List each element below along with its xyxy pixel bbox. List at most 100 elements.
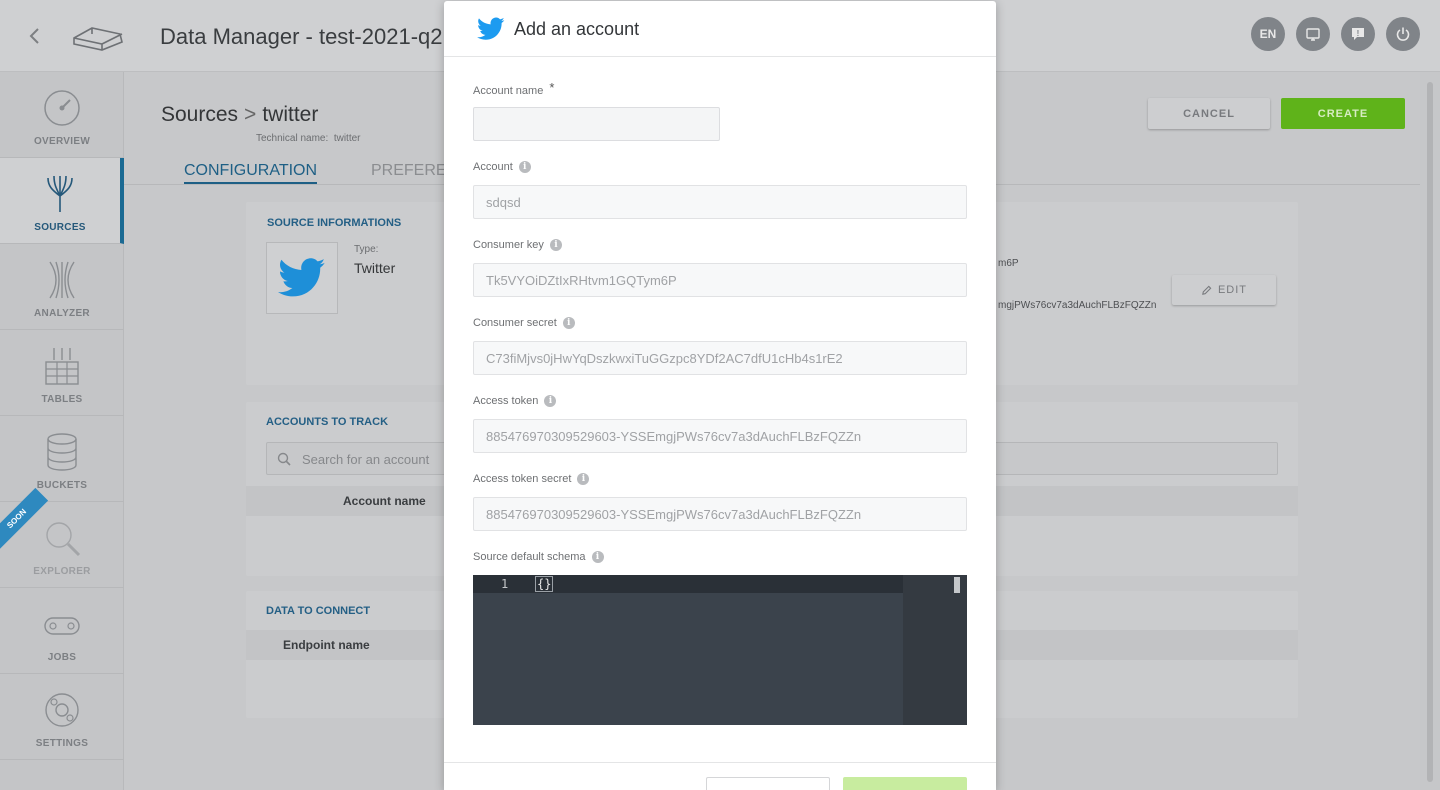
edit-button[interactable]: EDIT (1172, 275, 1276, 305)
line-number: 1 (501, 577, 509, 591)
technical-name-value: twitter (333, 133, 361, 144)
jobs-icon (44, 617, 80, 635)
technical-name-label: Technical name: (256, 133, 329, 144)
account-label: Account i (473, 161, 531, 173)
monitor-icon[interactable] (1296, 17, 1330, 51)
explorer-icon (46, 522, 81, 557)
analyzer-icon (49, 261, 75, 299)
sidebar-item-tables[interactable]: TABLES (0, 330, 124, 416)
sidebar-item-label: ANALYZER (34, 308, 90, 319)
technical-name: Technical name: twitter (256, 133, 361, 144)
sidebar-item-buckets[interactable]: BUCKETS (0, 416, 124, 502)
required-asterisk: * (549, 80, 555, 95)
sidebar-item-label: BUCKETS (36, 480, 88, 491)
sidebar-item-sources[interactable]: SOURCES (0, 158, 124, 244)
account-input: sdqsd (473, 185, 967, 219)
sidebar-item-analyzer[interactable]: ANALYZER (0, 244, 124, 330)
consumer-key-label: Consumer key i (473, 239, 562, 251)
access-token-secret-label: Access token secret i (473, 473, 590, 485)
consumer-key-label-text: Consumer key (473, 239, 544, 251)
sidebar: OVERVIEW SOURCES ANALYZER TABLES BUCKETS… (0, 72, 124, 790)
column-account-name[interactable]: Account name (343, 494, 426, 508)
info-icon[interactable]: i (549, 239, 562, 251)
editor-code-text: {} (535, 576, 554, 592)
tables-icon (45, 348, 79, 385)
edit-button-label: EDIT (1217, 284, 1248, 296)
info-icon[interactable]: i (577, 473, 590, 485)
app-logo-icon[interactable] (70, 20, 126, 54)
breadcrumb-root[interactable]: Sources (161, 103, 238, 126)
twitter-icon (477, 17, 505, 40)
sidebar-item-settings[interactable]: SETTINGS (0, 674, 124, 760)
settings-icon (45, 693, 79, 727)
editor-scroll-thumb[interactable] (954, 577, 960, 593)
sidebar-item-label: SOURCES (34, 222, 86, 233)
account-label-text: Account (473, 161, 513, 173)
consumer-secret-label-text: Consumer secret (473, 317, 557, 329)
language-button[interactable]: EN (1251, 17, 1285, 51)
consumer-secret-label: Consumer secret i (473, 317, 575, 329)
account-name-label: Account name * (473, 80, 555, 98)
source-default-schema-label: Source default schema i (473, 551, 604, 563)
data-connect-title: DATA TO CONNECT (266, 605, 371, 617)
back-arrow-icon[interactable] (24, 24, 46, 48)
power-icon[interactable] (1386, 17, 1420, 51)
access-token-label-text: Access token (473, 395, 539, 407)
svg-text:!: ! (1357, 29, 1360, 38)
breadcrumb-separator: > (244, 103, 257, 126)
add-account-modal: Add an account Account name * Account i sd… (444, 1, 996, 790)
pencil-icon (1202, 285, 1212, 295)
modal-header: Add an account (444, 1, 996, 57)
account-name-label-text: Account name (473, 84, 544, 97)
sources-icon (47, 175, 73, 212)
editor-minimap[interactable] (903, 575, 967, 725)
accounts-title: ACCOUNTS TO TRACK (266, 416, 389, 428)
source-info-title: SOURCE INFORMATIONS (267, 217, 402, 229)
info-icon[interactable]: i (544, 395, 557, 407)
app-title: Data Manager - test-2021-q2 (160, 24, 443, 49)
search-placeholder: Search for an account (302, 452, 430, 467)
info-icon[interactable]: i (562, 317, 575, 329)
speedometer-icon (44, 90, 80, 126)
access-token-label: Access token i (473, 395, 557, 407)
sidebar-item-label: EXPLORER (33, 566, 91, 577)
help-chat-icon[interactable]: ! (1341, 17, 1375, 51)
scrollbar-thumb[interactable] (1427, 82, 1433, 782)
modal-title: Add an account (514, 19, 640, 39)
schema-label-text: Source default schema (473, 551, 586, 563)
info-icon[interactable]: i (518, 161, 531, 173)
access-token-secret-label-text: Access token secret (473, 473, 572, 485)
buckets-icon (47, 433, 77, 471)
type-label: Type: (354, 244, 379, 255)
account-name-input[interactable] (473, 107, 720, 141)
modal-cancel-button[interactable] (706, 777, 830, 790)
cancel-button[interactable]: CANCEL (1148, 98, 1270, 129)
access-token-input: 885476970309529603-YSSEmgjPWs76cv7a3dAuc… (473, 419, 967, 453)
create-button[interactable]: CREATE (1281, 98, 1405, 129)
access-token-value-partial: mgjPWs76cv7a3dAuchFLBzFQZZn (998, 300, 1157, 311)
sidebar-item-label: OVERVIEW (33, 136, 91, 147)
consumer-key-input: Tk5VYOiDZtIxRHtvm1GQTym6P (473, 263, 967, 297)
search-icon (277, 452, 291, 466)
sidebar-item-overview[interactable]: OVERVIEW (0, 72, 124, 158)
access-token-secret-input: 885476970309529603-YSSEmgjPWs76cv7a3dAuc… (473, 497, 967, 531)
sidebar-item-label: TABLES (41, 394, 83, 405)
editor-code-line[interactable]: {} (535, 576, 554, 592)
twitter-icon (278, 258, 326, 297)
consumer-secret-input: C73fiMjvs0jHwYqDszkwxiTuGGzpc8YDf2AC7dfU… (473, 341, 967, 375)
info-icon[interactable]: i (591, 551, 604, 563)
sidebar-item-label: JOBS (47, 652, 77, 663)
column-endpoint-name[interactable]: Endpoint name (283, 638, 370, 652)
tab-configuration[interactable]: CONFIGURATION (184, 162, 318, 184)
page-scrollbar[interactable] (1420, 72, 1440, 790)
sidebar-item-label: SETTINGS (35, 738, 89, 749)
sidebar-item-jobs[interactable]: JOBS (0, 588, 124, 674)
modal-footer-divider (444, 762, 996, 763)
breadcrumb-current: twitter (262, 103, 319, 126)
source-logo (266, 242, 338, 314)
type-value: Twitter (354, 260, 396, 276)
schema-code-editor[interactable]: 1 {} (473, 575, 967, 725)
breadcrumb: Sources > twitter (161, 103, 318, 127)
consumer-key-value-partial: m6P (998, 258, 1019, 269)
modal-create-button[interactable] (843, 777, 967, 790)
